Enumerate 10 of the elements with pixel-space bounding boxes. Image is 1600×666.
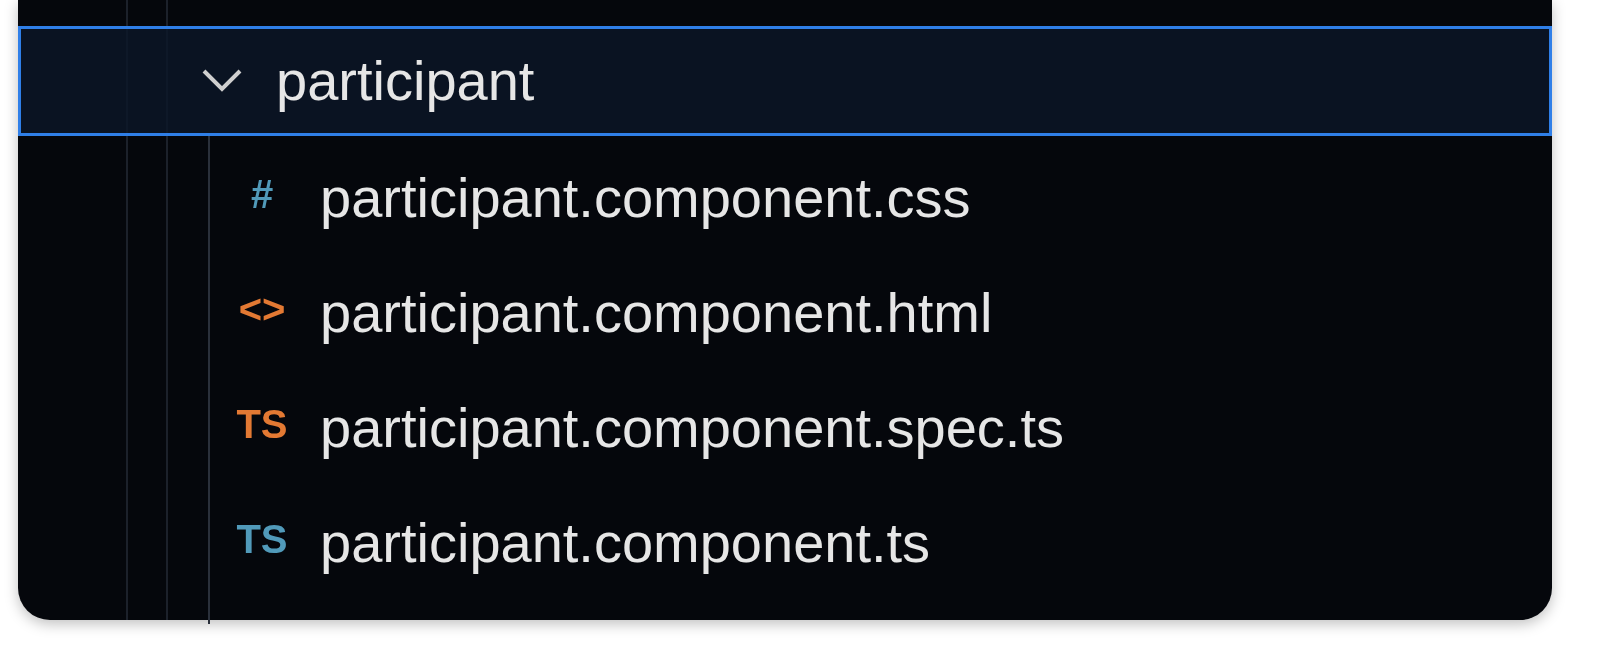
file-type-icon: TS — [228, 393, 296, 454]
file-name[interactable]: participant.component.html — [320, 270, 993, 355]
file-type-icon: # — [228, 163, 296, 224]
file-type-icon: TS — [228, 508, 296, 569]
file-type-icon: <> — [228, 278, 296, 339]
file-name[interactable]: participant.component.spec.ts — [320, 385, 1064, 470]
folder-name: participant — [276, 48, 535, 114]
file-name[interactable]: participant.component.ts — [320, 500, 931, 585]
file-name[interactable]: participant.component.css — [320, 155, 971, 240]
folder-row[interactable]: participant — [18, 26, 1552, 136]
